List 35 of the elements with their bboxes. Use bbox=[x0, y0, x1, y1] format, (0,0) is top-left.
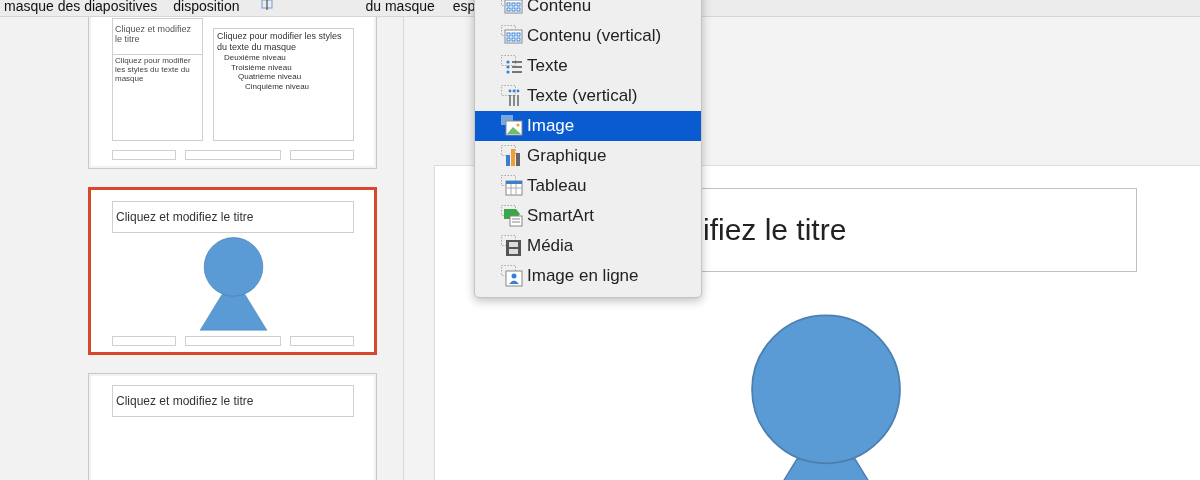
slide-thumbnail[interactable]: Cliquez et modifiez le titre bbox=[88, 373, 377, 480]
menu-item[interactable]: Contenu (vertical) bbox=[475, 21, 701, 51]
toolbar-label[interactable]: du masque bbox=[365, 0, 435, 13]
menu-item[interactable]: Texte bbox=[475, 51, 701, 81]
film-icon bbox=[501, 235, 523, 257]
image-icon bbox=[501, 115, 523, 137]
toolbar-label[interactable]: disposition bbox=[173, 0, 240, 13]
title-text: Cliquez et modifiez le titre bbox=[113, 19, 202, 55]
toolbar-label[interactable]: esp bbox=[452, 0, 476, 13]
table-icon bbox=[501, 175, 523, 197]
slide-thumbnail[interactable]: Cliquez et modifiez le titre bbox=[88, 187, 377, 355]
menu-item[interactable]: Contenu bbox=[475, 0, 701, 21]
slide-number-placeholder bbox=[290, 150, 354, 160]
menu-item[interactable]: Image bbox=[475, 111, 701, 141]
placeholder-grid-icon bbox=[501, 0, 523, 17]
bullet-text: Quatrième niveau bbox=[237, 72, 303, 82]
slide-number-placeholder bbox=[290, 336, 354, 346]
placeholder-icon[interactable] bbox=[259, 0, 276, 10]
menu-item[interactable]: Graphique bbox=[475, 141, 701, 171]
title-placeholder: Cliquez et modifiez le titre bbox=[112, 201, 354, 233]
smartart-icon bbox=[501, 205, 523, 227]
title-placeholder: Cliquez et modifiez le titre bbox=[112, 385, 354, 417]
placeholder-grid-icon bbox=[501, 25, 523, 47]
bullet-text: Troisième niveau bbox=[230, 62, 293, 72]
bullet-text: Cliquez pour modifier les styles du texte du masque bbox=[217, 31, 343, 53]
menu-item[interactable]: Texte (vertical) bbox=[475, 81, 701, 111]
toolbar-label[interactable]: masque des diapositives bbox=[4, 0, 158, 13]
slide-thumbnail[interactable]: Cliquez et modifiez le titre Cliquez pour modifier les styles du texte du masque Cliquez pour modifier les styles du texte du masque Deuxième niveau Troisième niveau Quatrième niveau Cinquième niveau bbox=[88, 17, 377, 169]
bullet-text: Deuxième niveau bbox=[223, 53, 287, 63]
person-picture-icon bbox=[501, 265, 523, 287]
date-placeholder bbox=[112, 336, 176, 346]
bullet-text: Cinquième niveau bbox=[244, 81, 311, 91]
date-placeholder bbox=[112, 150, 176, 160]
body-text: Cliquez pour modifier les styles du texte du masque bbox=[114, 55, 192, 84]
bar-chart-icon bbox=[501, 145, 523, 167]
